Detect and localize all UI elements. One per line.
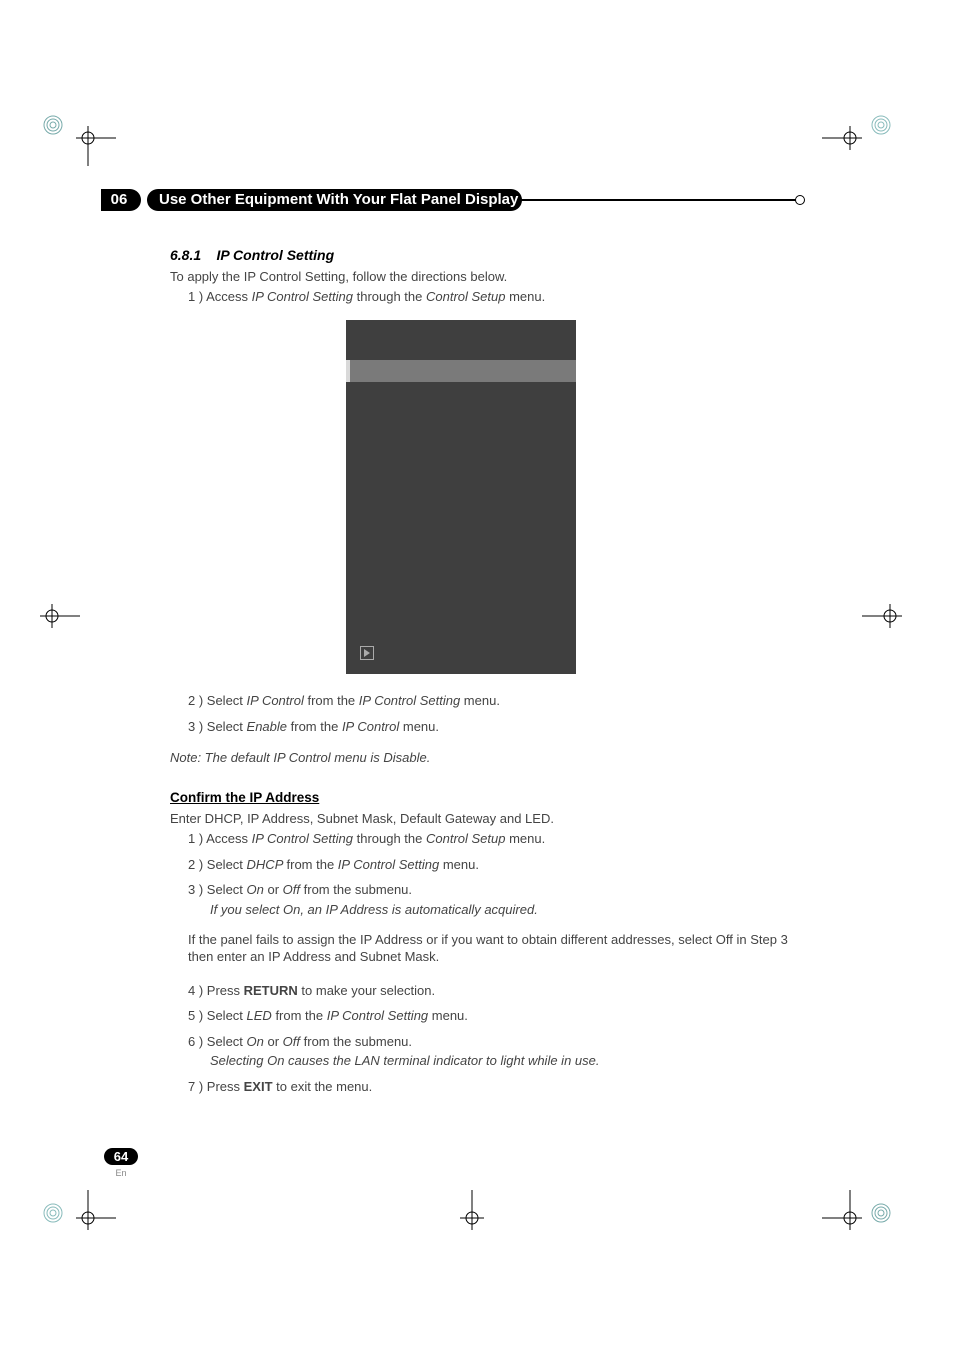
c3-term-1: On <box>247 882 264 897</box>
step-3-prefix: 3 ) Select <box>188 719 247 734</box>
confirm-paragraph: If the panel fails to assign the IP Addr… <box>170 931 800 966</box>
print-register-cross-icon <box>76 126 116 166</box>
c1-mid: through the <box>353 831 426 846</box>
print-register-cross-icon <box>76 1190 116 1230</box>
c6-prefix: 6 ) Select <box>188 1034 247 1049</box>
section-number: 6.8.1 <box>170 247 201 263</box>
print-register-dot-icon <box>870 1202 892 1224</box>
c3-prefix: 3 ) Select <box>188 882 247 897</box>
print-register-dot-icon <box>42 1202 64 1224</box>
section-note: Note: The default IP Control menu is Dis… <box>170 749 800 767</box>
c7-suffix: to exit the menu. <box>273 1079 373 1094</box>
step-2-suffix: menu. <box>460 693 500 708</box>
confirm-step-3: 3 ) Select On or Off from the submenu. <box>170 881 800 899</box>
step-2-term-1: IP Control <box>247 693 304 708</box>
c5-term-2: IP Control Setting <box>327 1008 428 1023</box>
menu-highlight-row <box>346 360 576 382</box>
print-register-cross-icon <box>40 604 80 628</box>
confirm-step-1: 1 ) Access IP Control Setting through th… <box>170 830 800 848</box>
c6-term-2: Off <box>283 1034 304 1049</box>
c5-term-1: LED <box>247 1008 272 1023</box>
step-3-suffix: menu. <box>399 719 439 734</box>
step-1-term-2: Control Setup <box>426 289 506 304</box>
chapter-header: 06 Use Other Equipment With Your Flat Pa… <box>101 189 801 215</box>
menu-nav-right-icon <box>360 646 374 660</box>
c4-bold: RETURN <box>244 983 298 998</box>
page-number: 64 <box>104 1148 138 1165</box>
document-page: { "chapter": { "number": "06", "title": … <box>0 0 954 1351</box>
section-title <box>205 247 217 263</box>
step-1-suffix: menu. <box>505 289 545 304</box>
step-3-term-1: Enable <box>247 719 287 734</box>
page-language: En <box>101 1168 141 1178</box>
chapter-title-wrap: Use Other Equipment With Your Flat Panel… <box>147 189 801 211</box>
c2-term-2: IP Control Setting <box>338 857 439 872</box>
menu-screenshot <box>346 320 576 674</box>
section-title-text: IP Control Setting <box>216 247 334 263</box>
confirm-step-5: 5 ) Select LED from the IP Control Setti… <box>170 1007 800 1025</box>
confirm-step-7: 7 ) Press EXIT to exit the menu. <box>170 1078 800 1096</box>
confirm-step-2: 2 ) Select DHCP from the IP Control Sett… <box>170 856 800 874</box>
print-register-dot-icon <box>42 114 64 136</box>
step-3-term-2: IP Control <box>342 719 399 734</box>
c1-term-1: IP Control Setting <box>252 831 353 846</box>
c4-prefix: 4 ) Press <box>188 983 244 998</box>
print-register-cross-icon <box>460 1190 484 1230</box>
step-1: 1 ) Access IP Control Setting through th… <box>170 288 800 306</box>
c7-prefix: 7 ) Press <box>188 1079 244 1094</box>
c6-suffix: from the submenu. <box>304 1034 412 1049</box>
c1-suffix: menu. <box>505 831 545 846</box>
c1-term-2: Control Setup <box>426 831 506 846</box>
page-number-block: 64 En <box>101 1148 141 1178</box>
c3-suffix: from the submenu. <box>304 882 412 897</box>
step-1-prefix: 1 ) Access <box>188 289 252 304</box>
chapter-number-badge: 06 <box>101 189 141 211</box>
print-register-dot-icon <box>870 114 892 136</box>
c6-mid1: or <box>264 1034 283 1049</box>
confirm-heading: Confirm the IP Address <box>170 789 800 807</box>
c7-bold: EXIT <box>244 1079 273 1094</box>
c1-prefix: 1 ) Access <box>188 831 252 846</box>
c2-mid: from the <box>287 857 338 872</box>
c2-suffix: menu. <box>439 857 479 872</box>
confirm-step-4: 4 ) Press RETURN to make your selection. <box>170 982 800 1000</box>
c3-mid1: or <box>264 882 283 897</box>
step-2-term-2: IP Control Setting <box>359 693 460 708</box>
step-2-prefix: 2 ) Select <box>188 693 247 708</box>
step-1-term-1: IP Control Setting <box>252 289 353 304</box>
section-intro: To apply the IP Control Setting, follow … <box>170 268 800 286</box>
c4-suffix: to make your selection. <box>298 983 435 998</box>
c3-term-2: Off <box>283 882 304 897</box>
c5-mid: from the <box>272 1008 327 1023</box>
c5-prefix: 5 ) Select <box>188 1008 247 1023</box>
confirm-step-6: 6 ) Select On or Off from the submenu. <box>170 1033 800 1051</box>
step-2-mid: from the <box>304 693 359 708</box>
c2-term-1: DHCP <box>247 857 287 872</box>
confirm-step-3-note: If you select On, an IP Address is autom… <box>170 901 800 919</box>
confirm-intro: Enter DHCP, IP Address, Subnet Mask, Def… <box>170 810 800 828</box>
step-3: 3 ) Select Enable from the IP Control me… <box>170 718 800 736</box>
print-register-cross-icon <box>862 604 902 628</box>
c6-term-1: On <box>247 1034 264 1049</box>
page-body: 6.8.1 IP Control Setting To apply the IP… <box>170 246 800 1095</box>
step-2: 2 ) Select IP Control from the IP Contro… <box>170 692 800 710</box>
c5-suffix: menu. <box>428 1008 468 1023</box>
step-3-mid: from the <box>287 719 342 734</box>
print-register-cross-icon <box>822 126 862 166</box>
c2-prefix: 2 ) Select <box>188 857 247 872</box>
print-register-cross-icon <box>822 1190 862 1230</box>
chapter-title: Use Other Equipment With Your Flat Panel… <box>159 189 518 211</box>
confirm-step-6-note: Selecting On causes the LAN terminal ind… <box>170 1052 800 1070</box>
section-heading: 6.8.1 IP Control Setting <box>170 246 800 265</box>
step-1-mid: through the <box>353 289 426 304</box>
